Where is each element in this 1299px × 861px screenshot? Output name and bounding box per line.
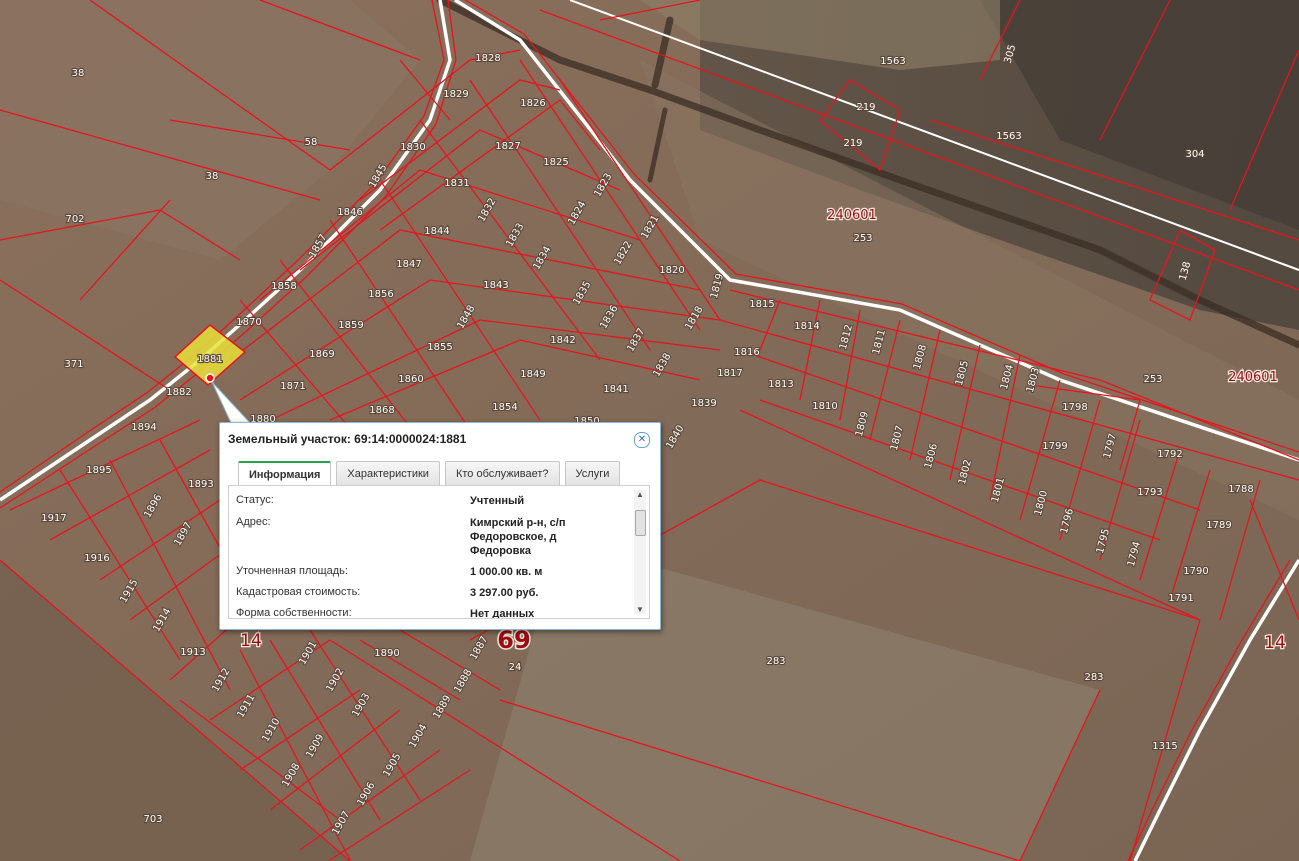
parcel-number-label: 1855 [427, 342, 452, 353]
parcel-number-label: 1813 [768, 379, 793, 390]
info-value: 1 000.00 кв. м [470, 566, 543, 578]
parcel-number-label: 1842 [550, 335, 575, 346]
parcel-number-label: 1816 [734, 347, 759, 358]
info-value: 3 297.00 руб. [470, 587, 539, 599]
parcel-number-label: 1859 [338, 320, 363, 331]
scrollbar[interactable]: ▲ ▼ [634, 490, 646, 614]
parcel-number-label: 1788 [1228, 484, 1253, 495]
parcel-number-label: 1890 [374, 648, 399, 659]
parcel-number-label: 1894 [131, 422, 156, 433]
parcel-number-label: 38 [72, 68, 85, 79]
parcel-number-label: 219 [856, 102, 875, 113]
parcel-number-label: 702 [65, 214, 84, 225]
parcel-number-label: 253 [1143, 374, 1162, 385]
parcel-number-label: 1882 [166, 387, 191, 398]
parcel-number-label: 1916 [84, 553, 109, 564]
parcel-number-label: 1790 [1183, 566, 1208, 577]
parcel-number-label: 1830 [400, 142, 425, 153]
parcel-number-label: 1315 [1152, 741, 1177, 752]
parcel-number-label: 1854 [492, 402, 517, 413]
parcel-number-label: 1868 [369, 405, 394, 416]
parcel-number-label: 1858 [271, 281, 296, 292]
parcel-number-label: 1871 [280, 381, 305, 392]
info-key: Форма собственности: [236, 607, 352, 619]
parcel-number-label: 1810 [812, 401, 837, 412]
tab-services[interactable]: Услуги [564, 461, 621, 485]
parcel-number-label: 1869 [309, 349, 334, 360]
info-key: Статус: [236, 494, 274, 506]
parcel-number-label: 38 [206, 171, 219, 182]
cadastral-region-label: 69 [497, 626, 530, 654]
close-icon[interactable]: ✕ [634, 432, 650, 448]
parcel-number-label: 1841 [603, 384, 628, 395]
cadastral-region-label: 14 [1264, 633, 1286, 653]
parcel-number-label: 1799 [1042, 441, 1067, 452]
parcel-number-label: 1917 [41, 513, 66, 524]
scroll-up-icon[interactable]: ▲ [636, 490, 644, 499]
parcel-number-label: 1789 [1206, 520, 1231, 531]
parcel-number-label: 1870 [236, 317, 261, 328]
cadastral-region-label: 14 [240, 631, 262, 651]
parcel-number-label: 1856 [368, 289, 393, 300]
parcel-number-label: 1793 [1137, 487, 1162, 498]
info-key: Кадастровая стоимость: [236, 586, 361, 598]
info-value: Кимрский р-н, с/п Федоровское, д Федоров… [470, 517, 566, 557]
cadastral-quarter-label: 240601 [827, 208, 877, 223]
parcel-number-label: 1825 [543, 157, 568, 168]
parcel-number-label: 1846 [337, 207, 362, 218]
scroll-down-icon[interactable]: ▼ [636, 605, 644, 614]
parcel-number-label: 1827 [495, 141, 520, 152]
parcel-number-label: 1792 [1157, 449, 1182, 460]
info-key: Адрес: [236, 516, 271, 528]
tab-panel-information: Статус: Учтенный Адрес: Кимрский р-н, с/… [228, 485, 650, 619]
parcel-number-label: 1826 [520, 98, 545, 109]
parcel-number-label: 1563 [880, 56, 905, 67]
scroll-thumb[interactable] [635, 510, 646, 536]
parcel-number-label: 219 [843, 138, 862, 149]
parcel-number-label: 58 [305, 137, 318, 148]
parcel-number-label: 1563 [996, 131, 1021, 142]
parcel-number-label: 1860 [398, 374, 423, 385]
parcel-number-label: 1893 [188, 479, 213, 490]
parcel-marker-icon[interactable] [205, 373, 215, 383]
parcel-number-label: 1881 [197, 354, 222, 365]
parcel-number-label: 1913 [180, 647, 205, 658]
parcel-number-label: 1814 [794, 321, 819, 332]
parcel-info-popup: Земельный участок: 69:14:0000024:1881 ✕ … [219, 422, 661, 630]
parcel-number-label: 1847 [396, 259, 421, 270]
info-value: Нет данных [470, 608, 535, 619]
parcel-number-label: 703 [143, 814, 162, 825]
parcel-number-label: 24 [509, 662, 522, 673]
parcel-number-label: 283 [766, 656, 785, 667]
parcel-number-label: 1815 [749, 299, 774, 310]
parcel-number-label: 1844 [424, 226, 449, 237]
parcel-number-label: 253 [853, 233, 872, 244]
parcel-number-label: 1791 [1168, 593, 1193, 604]
parcel-number-label: 371 [64, 359, 83, 370]
parcel-number-label: 1849 [520, 369, 545, 380]
parcel-number-label: 283 [1084, 672, 1103, 683]
tab-characteristics[interactable]: Характеристики [336, 461, 440, 485]
parcel-number-label: 1817 [717, 368, 742, 379]
popup-title: Земельный участок: 69:14:0000024:1881 [228, 432, 467, 446]
parcel-number-label: 1895 [86, 465, 111, 476]
tab-information[interactable]: Информация [238, 461, 332, 485]
popup-tabs: Информация Характеристики Кто обслуживае… [238, 461, 621, 485]
parcel-number-label: 304 [1185, 149, 1204, 160]
parcel-number-label: 1831 [444, 178, 469, 189]
parcel-number-label: 1843 [483, 280, 508, 291]
tab-who-serves[interactable]: Кто обслуживает? [444, 461, 560, 485]
parcel-number-label: 1798 [1062, 402, 1087, 413]
parcel-number-label: 1820 [659, 265, 684, 276]
info-key: Уточненная площадь: [236, 565, 348, 577]
parcel-number-label: 1839 [691, 398, 716, 409]
parcel-number-label: 1829 [443, 89, 468, 100]
info-value: Учтенный [470, 495, 525, 507]
cadastral-quarter-label: 240601 [1228, 370, 1278, 385]
parcel-number-label: 1828 [475, 53, 500, 64]
